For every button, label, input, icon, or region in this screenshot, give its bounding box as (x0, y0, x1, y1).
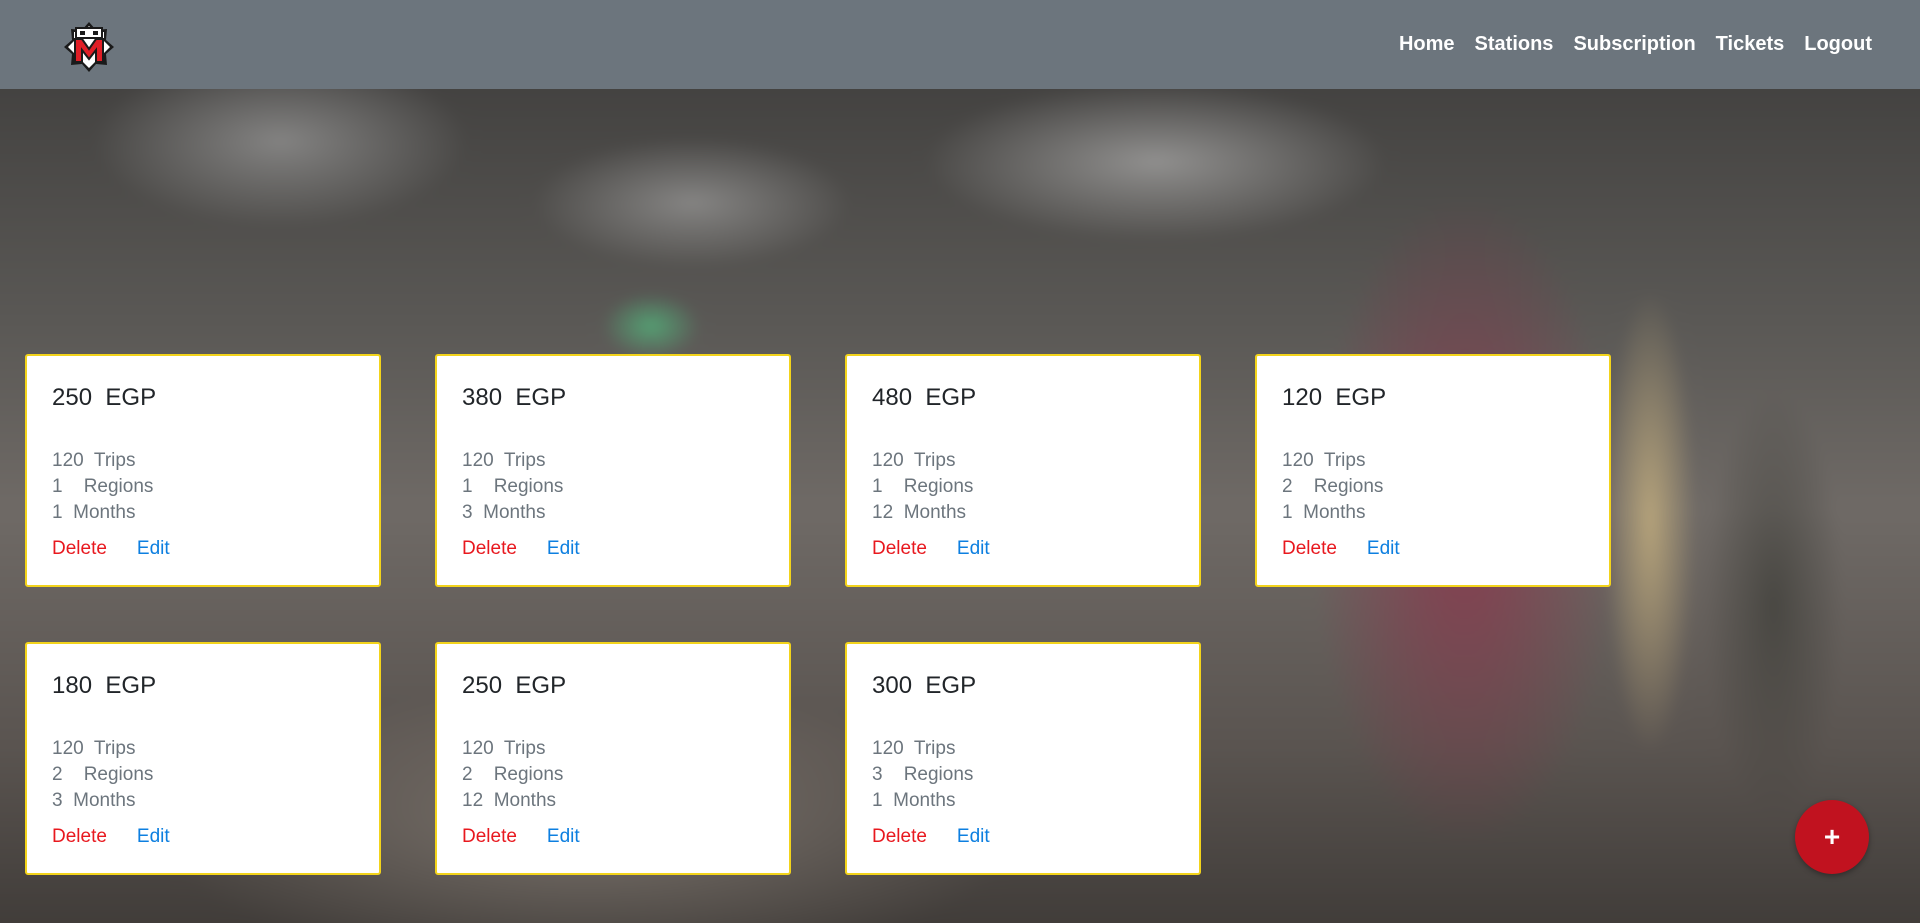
card-months: 12 Months (872, 502, 967, 523)
delete-link[interactable]: Delete (872, 826, 927, 848)
card-price: 250 EGP (52, 384, 157, 411)
edit-link[interactable]: Edit (1367, 538, 1400, 560)
card-trips: 120 Trips (52, 738, 136, 759)
card-price: 180 EGP (52, 672, 157, 699)
add-subscription-button[interactable]: + (1795, 800, 1869, 874)
card-price: 380 EGP (462, 384, 567, 411)
delete-link[interactable]: Delete (462, 538, 517, 560)
card-actions: Delete Edit (52, 826, 170, 848)
delete-link[interactable]: Delete (52, 826, 107, 848)
nav-home[interactable]: Home (1399, 33, 1455, 56)
subscription-card: 480 EGP 120 Trips 1 Regions 12 Months De… (845, 354, 1201, 587)
card-months: 12 Months (462, 790, 557, 811)
metro-logo-icon (64, 22, 114, 72)
subscription-card: 250 EGP 120 Trips 1 Regions 1 Months Del… (25, 354, 381, 587)
card-months: 1 Months (1282, 502, 1366, 523)
card-months: 1 Months (872, 790, 956, 811)
card-trips: 120 Trips (462, 738, 546, 759)
delete-link[interactable]: Delete (52, 538, 107, 560)
nav-tickets[interactable]: Tickets (1716, 33, 1785, 56)
card-regions: 1 Regions (52, 476, 154, 497)
navbar: Home Stations Subscription Tickets Logou… (0, 0, 1920, 89)
card-months: 3 Months (52, 790, 136, 811)
card-trips: 120 Trips (872, 450, 956, 471)
edit-link[interactable]: Edit (547, 826, 580, 848)
card-trips: 120 Trips (872, 738, 956, 759)
card-actions: Delete Edit (52, 538, 170, 560)
nav-stations[interactable]: Stations (1475, 33, 1554, 56)
subscriptions-page: Home Stations Subscription Tickets Logou… (0, 0, 1920, 923)
card-price: 120 EGP (1282, 384, 1387, 411)
card-months: 1 Months (52, 502, 136, 523)
card-price: 300 EGP (872, 672, 977, 699)
card-trips: 120 Trips (1282, 450, 1366, 471)
edit-link[interactable]: Edit (957, 826, 990, 848)
card-trips: 120 Trips (52, 450, 136, 471)
card-price: 480 EGP (872, 384, 977, 411)
card-trips: 120 Trips (462, 450, 546, 471)
card-regions: 1 Regions (462, 476, 564, 497)
card-actions: Delete Edit (462, 826, 580, 848)
subscription-card: 120 EGP 120 Trips 2 Regions 1 Months Del… (1255, 354, 1611, 587)
card-actions: Delete Edit (872, 826, 990, 848)
edit-link[interactable]: Edit (957, 538, 990, 560)
delete-link[interactable]: Delete (1282, 538, 1337, 560)
subscription-card: 250 EGP 120 Trips 2 Regions 12 Months De… (435, 642, 791, 875)
delete-link[interactable]: Delete (462, 826, 517, 848)
card-actions: Delete Edit (1282, 538, 1400, 560)
edit-link[interactable]: Edit (547, 538, 580, 560)
subscription-card: 300 EGP 120 Trips 3 Regions 1 Months Del… (845, 642, 1201, 875)
subscription-card: 180 EGP 120 Trips 2 Regions 3 Months Del… (25, 642, 381, 875)
plus-icon: + (1823, 821, 1841, 852)
card-months: 3 Months (462, 502, 546, 523)
delete-link[interactable]: Delete (872, 538, 927, 560)
nav-subscription[interactable]: Subscription (1573, 33, 1695, 56)
card-regions: 2 Regions (1282, 476, 1384, 497)
card-regions: 3 Regions (872, 764, 974, 785)
card-regions: 1 Regions (872, 476, 974, 497)
card-price: 250 EGP (462, 672, 567, 699)
subscription-card: 380 EGP 120 Trips 1 Regions 3 Months Del… (435, 354, 791, 587)
card-regions: 2 Regions (462, 764, 564, 785)
card-regions: 2 Regions (52, 764, 154, 785)
edit-link[interactable]: Edit (137, 826, 170, 848)
metro-logo[interactable] (62, 20, 116, 74)
card-actions: Delete Edit (462, 538, 580, 560)
nav-links: Home Stations Subscription Tickets Logou… (1399, 0, 1872, 89)
edit-link[interactable]: Edit (137, 538, 170, 560)
card-actions: Delete Edit (872, 538, 990, 560)
nav-logout[interactable]: Logout (1804, 33, 1872, 56)
